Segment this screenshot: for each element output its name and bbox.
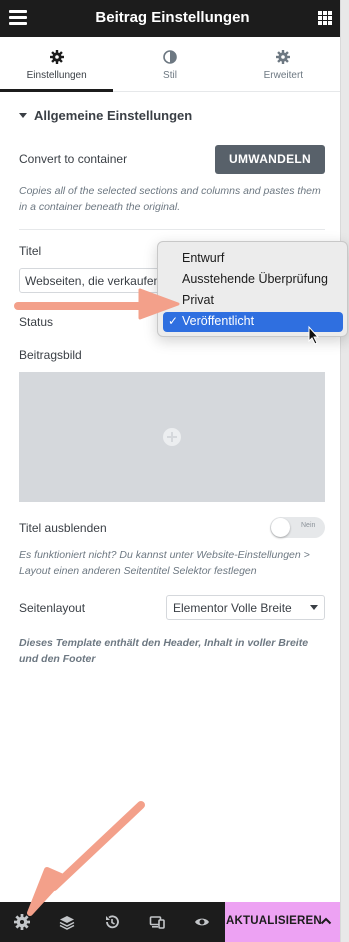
status-option-entwurf[interactable]: Entwurf	[163, 249, 343, 269]
tab-label: Stil	[163, 70, 177, 81]
page-layout-hint: Dieses Template enthält den Header, Inha…	[19, 637, 309, 665]
caret-down-icon	[19, 113, 27, 118]
section-toggle[interactable]: Allgemeine Einstellungen	[19, 108, 192, 123]
checkmark-icon: ✓	[168, 314, 179, 328]
hamburger-icon[interactable]	[9, 10, 27, 27]
featured-image-picker[interactable]	[19, 372, 325, 502]
hide-title-toggle[interactable]: Nein	[270, 517, 325, 538]
gear-icon	[276, 50, 291, 64]
grid-icon[interactable]	[318, 11, 332, 25]
responsive-icon[interactable]	[149, 914, 165, 930]
status-option-label: Veröffentlicht	[182, 314, 255, 328]
tab-einstellungen[interactable]: Einstellungen	[0, 37, 114, 92]
toggle-knob	[271, 518, 290, 537]
toggle-text: Nein	[301, 522, 316, 529]
tab-erweitert[interactable]: Erweitert	[227, 37, 340, 91]
convert-button[interactable]: UMWANDELN	[215, 145, 325, 174]
status-label: Status	[19, 315, 54, 329]
hide-title-hint: Es funktioniert nicht? Du kannst unter W…	[19, 549, 310, 577]
plus-circle-icon	[163, 428, 181, 446]
page-layout-value: Elementor Volle Breite	[173, 601, 292, 615]
title-label: Titel	[19, 244, 42, 258]
chevron-up-icon[interactable]	[320, 916, 332, 926]
history-icon[interactable]	[104, 914, 120, 930]
convert-label: Convert to container	[19, 152, 128, 166]
tab-stil[interactable]: Stil	[113, 37, 226, 91]
panel-header: Beitrag Einstellungen	[0, 0, 340, 37]
scrollbar-gutter[interactable]	[340, 0, 349, 942]
featured-image-label: Beitragsbild	[19, 348, 82, 362]
hide-title-label: Titel ausblenden	[19, 521, 107, 535]
status-option-veroeffentlicht[interactable]: ✓ Veröffentlicht	[163, 312, 343, 332]
update-label: AKTUALISIEREN	[226, 915, 322, 927]
half-circle-icon	[163, 50, 177, 64]
panel-tabs: Einstellungen Stil Erweitert	[0, 37, 340, 92]
divider	[19, 229, 325, 230]
layers-icon[interactable]	[59, 914, 75, 930]
gear-icon	[49, 50, 64, 64]
chevron-down-icon	[310, 605, 318, 610]
panel-title: Beitrag Einstellungen	[95, 9, 250, 26]
settings-icon[interactable]	[14, 914, 30, 930]
editor-panel: Beitrag Einstellungen Einstellungen Stil…	[0, 0, 340, 942]
preview-icon[interactable]	[194, 914, 210, 930]
status-option-ausstehend[interactable]: Ausstehende Überprüfung	[163, 270, 343, 290]
page-layout-select[interactable]: Elementor Volle Breite	[166, 595, 325, 620]
convert-hint: Copies all of the selected sections and …	[19, 185, 321, 213]
tab-label: Einstellungen	[26, 70, 87, 81]
title-input[interactable]	[19, 268, 169, 293]
status-option-privat[interactable]: Privat	[163, 291, 343, 311]
update-button[interactable]: AKTUALISIEREN	[225, 902, 340, 942]
section-title: Allgemeine Einstellungen	[34, 108, 193, 123]
status-dropdown: Entwurf Ausstehende Überprüfung Privat ✓…	[157, 241, 348, 337]
tab-label: Erweitert	[263, 70, 304, 81]
page-layout-label: Seitenlayout	[19, 601, 86, 615]
